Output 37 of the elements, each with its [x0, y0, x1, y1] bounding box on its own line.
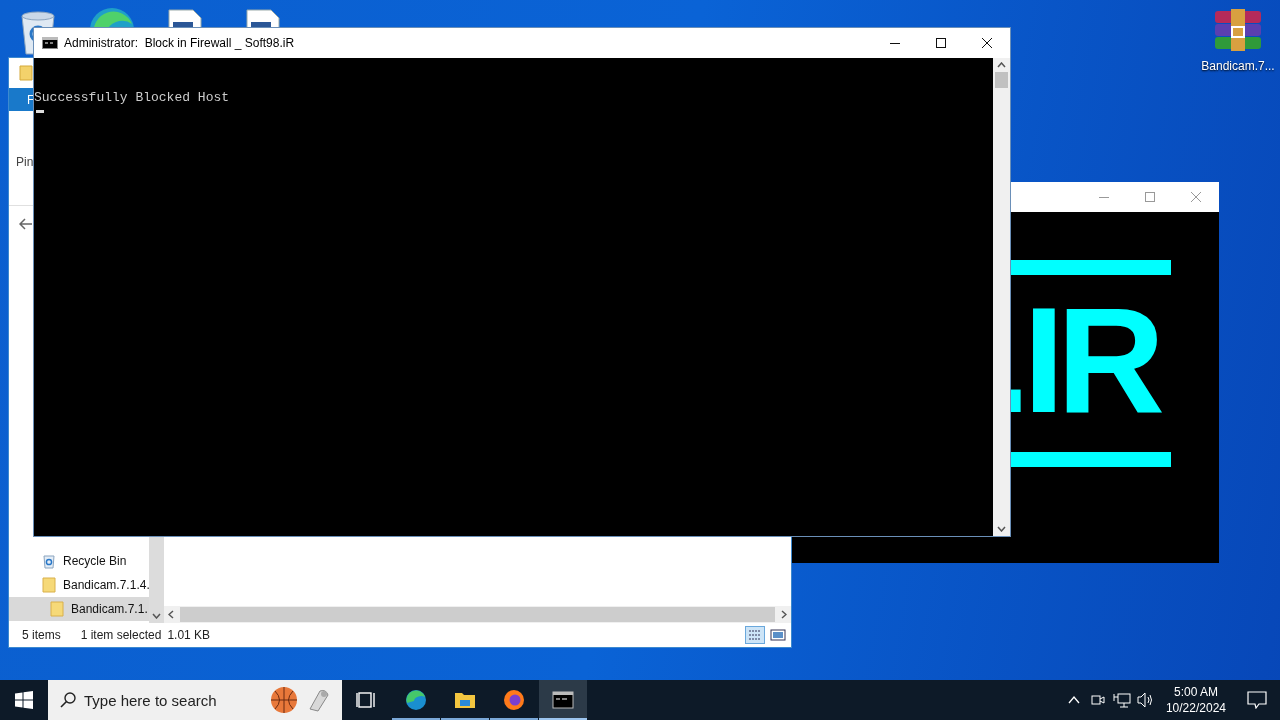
chevron-right-icon[interactable]: [781, 610, 787, 619]
nav-item[interactable]: Bandicam.7.1.4.: [9, 573, 149, 597]
search-box[interactable]: Type here to search: [48, 680, 342, 720]
chevron-down-icon[interactable]: [997, 526, 1006, 532]
large-icons-view-icon[interactable]: [769, 626, 787, 644]
archive-icon[interactable]: [1213, 9, 1263, 51]
console-icon: [42, 37, 58, 49]
folder-icon: [41, 577, 57, 593]
document-icon[interactable]: [165, 8, 205, 27]
recycle-bin-icon: [41, 553, 57, 569]
console-output: Successfully Blocked Host: [34, 90, 231, 106]
folder-icon: [19, 65, 33, 81]
item-count: 5 items: [22, 628, 61, 642]
text-cursor: [36, 110, 44, 113]
ascii-art-text: .IR: [989, 295, 1157, 435]
scroll-thumb[interactable]: [995, 72, 1008, 88]
desktop-icon-label[interactable]: Bandicam.7...: [1201, 59, 1275, 73]
basketball-icon: [270, 686, 298, 714]
folder-icon: [49, 601, 65, 617]
vertical-scrollbar[interactable]: [993, 58, 1010, 536]
horizontal-scrollbar[interactable]: [164, 606, 791, 623]
nav-item[interactable]: Recycle Bin: [9, 549, 149, 573]
search-icon: [60, 692, 76, 708]
ribbon-label[interactable]: Pin: [16, 155, 34, 169]
selection-size: 1.01 KB: [167, 628, 211, 642]
selection-info: 1 item selected: [80, 628, 162, 642]
chevron-left-icon[interactable]: [168, 610, 174, 619]
chevron-up-icon[interactable]: [997, 62, 1006, 68]
window-title: Administrator: Block in Firewall _ Soft98.iR: [64, 36, 295, 50]
details-view-icon[interactable]: [745, 626, 765, 644]
nav-item[interactable]: Bandicam.7.1.: [9, 597, 149, 621]
document-icon[interactable]: [243, 8, 283, 27]
chevron-down-icon[interactable]: [152, 613, 161, 619]
console-icon[interactable]: [539, 680, 587, 720]
clock[interactable]: 5:00 AM 10/22/2024: [1157, 684, 1234, 716]
back-arrow-icon[interactable]: [19, 218, 33, 230]
vertical-scrollbar[interactable]: [149, 537, 164, 623]
